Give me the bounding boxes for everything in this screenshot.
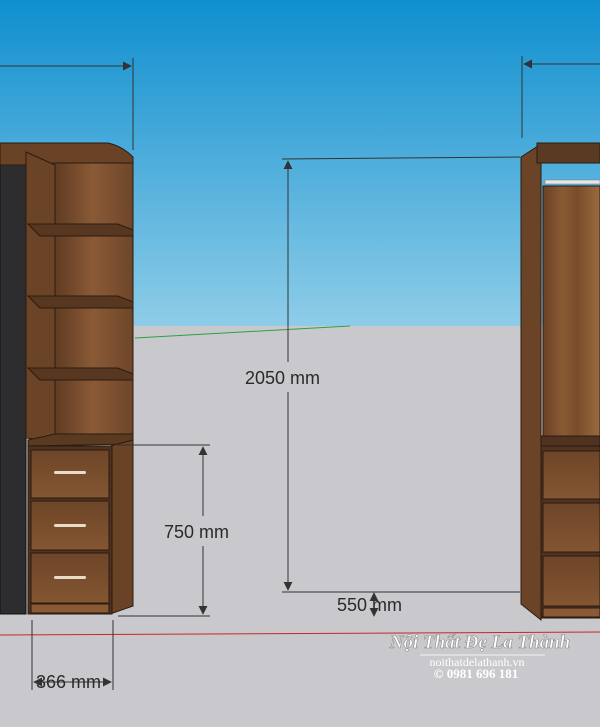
left-shelf-1 xyxy=(26,223,134,237)
dim-gap-label: 550 mm xyxy=(337,595,402,615)
left-drawer-2-handle xyxy=(54,524,86,527)
dim-height-lower-label: 750 mm xyxy=(164,522,229,542)
right-counter-top xyxy=(540,435,600,447)
right-drawer-1 xyxy=(542,450,600,500)
left-lower-side xyxy=(109,439,134,615)
left-plinth xyxy=(30,603,110,614)
right-side-panel xyxy=(520,143,542,622)
watermark-phone: © 0981 696 181 xyxy=(434,666,518,681)
left-drawer-3-handle xyxy=(54,576,86,579)
left-shelf-2 xyxy=(26,295,134,309)
left-drawer-1-handle xyxy=(54,471,86,474)
right-hanging-back xyxy=(542,185,600,437)
dim-depth-label: 366 mm xyxy=(36,672,101,692)
left-wardrobe-door xyxy=(0,147,27,615)
right-cabinet xyxy=(520,142,600,622)
watermark-brand: Nội Thất Đẹ La Thành xyxy=(389,632,571,653)
left-top-panel xyxy=(0,142,134,166)
right-drawer-2 xyxy=(542,502,600,553)
dim-height-total-label: 2050 mm xyxy=(245,368,320,388)
right-drawer-3 xyxy=(542,555,600,607)
design-render: 2050 mm 750 mm 550 mm 366 mm Nội Thất Đẹ… xyxy=(0,0,600,727)
left-cabinet xyxy=(0,142,134,615)
right-top-panel xyxy=(536,142,600,164)
right-plinth xyxy=(542,607,600,618)
left-shelf-3 xyxy=(26,367,134,381)
right-hanging-rail xyxy=(544,179,600,185)
